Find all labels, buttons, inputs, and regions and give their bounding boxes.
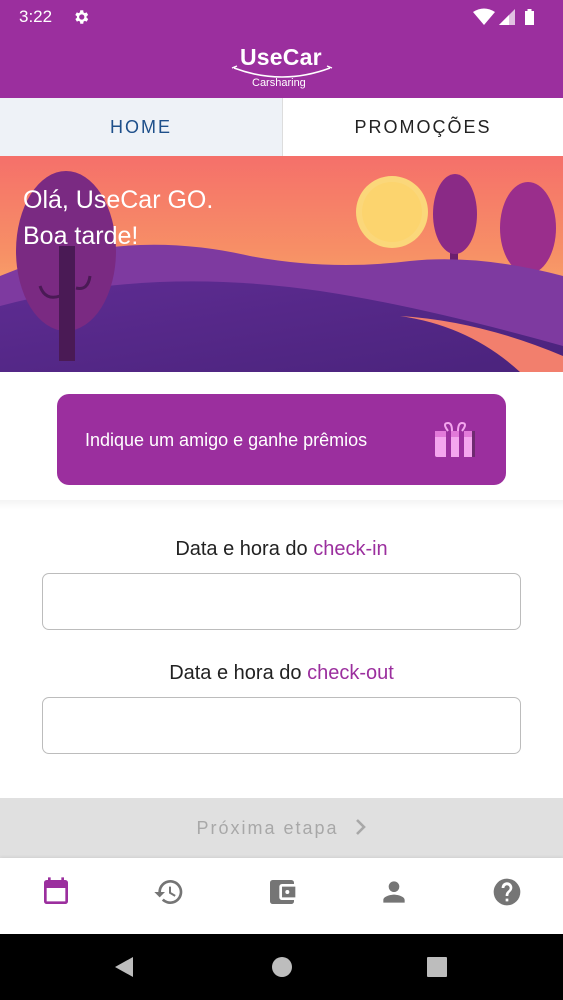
tab-promocoes[interactable]: PROMOÇÕES [282,98,563,156]
nav-person-icon[interactable] [378,876,410,908]
nav-calendar-icon[interactable] [40,876,72,908]
gift-icon [432,421,478,464]
back-icon[interactable] [113,956,135,983]
checkout-datetime-input[interactable] [42,697,521,754]
checkout-label-prefix: Data e hora do [169,662,302,684]
refer-friend-label: Indique um amigo e ganhe prêmios [85,430,368,450]
greeting-banner: Olá, UseCar GO. Boa tarde! [0,156,563,372]
next-step-label: Próxima etapa [196,817,339,838]
status-bar: 3:22 [0,0,563,34]
status-time: 3:22 [19,7,53,26]
greeting-line-2: Boa tarde! [23,222,139,250]
system-navigation-bar [0,934,563,1000]
usecar-logo: UseCar Carsharing [230,42,334,92]
refer-friend-button[interactable]: Indique um amigo e ganhe prêmios [57,394,506,485]
wifi-icon [473,8,495,25]
bottom-navigation [0,858,563,934]
home-icon[interactable] [271,956,293,983]
greeting-text: Olá, UseCar GO. Boa tarde! [23,182,213,254]
next-step-button[interactable]: Próxima etapa [0,798,563,858]
checkout-label: Data e hora do check-out [0,662,563,685]
tab-home[interactable]: HOME [0,98,282,156]
battery-icon [525,9,534,25]
status-icons [473,8,543,31]
signal-icon [499,9,515,25]
checkin-label: Data e hora do check-in [0,538,563,561]
greeting-line-1: Olá, UseCar GO. [23,186,214,214]
gear-icon [72,8,90,31]
nav-help-icon[interactable] [491,876,523,908]
section-divider [0,500,563,509]
nav-history-icon[interactable] [153,876,185,908]
logo-text: UseCar [240,44,322,70]
recents-icon[interactable] [426,956,448,983]
tab-bar: HOME PROMOÇÕES [0,98,563,156]
app-header: UseCar Carsharing [0,34,563,98]
nav-wallet-icon[interactable] [266,876,298,908]
checkin-datetime-input[interactable] [42,573,521,630]
checkin-label-accent: check-in [313,538,388,560]
chevron-right-icon [355,818,367,840]
logo-subtitle: Carsharing [252,77,306,89]
checkin-label-prefix: Data e hora do [175,538,308,560]
checkout-label-accent: check-out [307,662,394,684]
